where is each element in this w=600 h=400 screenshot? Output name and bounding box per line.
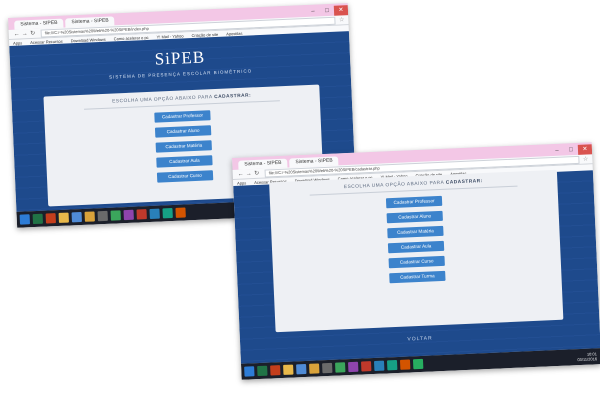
folder-icon[interactable] <box>283 364 294 375</box>
tray-date: 03/11/2016 <box>577 356 598 363</box>
app-icon[interactable] <box>373 360 385 371</box>
app-icon[interactable] <box>296 363 307 375</box>
app-icon[interactable] <box>399 359 411 370</box>
page-content: ESCOLHA UMA OPÇÃO ABAIXO PARA CADASTRAR:… <box>233 169 600 364</box>
chrome-icon[interactable] <box>110 210 121 221</box>
windows-start-icon[interactable] <box>19 214 31 225</box>
cadastrar-aluno-button[interactable]: Cadastrar Aluno <box>154 125 212 138</box>
app-icon[interactable] <box>412 358 424 370</box>
screenshot-front: Sistema - SIPEB Sistema - SIPEB – □ ✕ ← … <box>232 142 600 380</box>
app-icon[interactable] <box>97 210 108 222</box>
cadastrar-curso-button[interactable]: Cadastrar Curso <box>388 255 445 269</box>
system-tray-clock[interactable]: 10:01 03/11/2016 <box>577 351 600 362</box>
app-icon[interactable] <box>361 361 372 372</box>
app-icon[interactable] <box>71 211 82 223</box>
prompt-text: ESCOLHA UMA OPÇÃO ABAIXO PARA CADASTRAR: <box>309 177 518 196</box>
excel-icon[interactable] <box>257 365 268 377</box>
app-icon[interactable] <box>175 207 186 218</box>
bookmark-star-icon[interactable]: ☆ <box>583 155 589 162</box>
app-icon[interactable] <box>386 359 398 371</box>
cadastrar-aluno-button[interactable]: Cadastrar Aluno <box>386 210 443 224</box>
cadastrar-professor-button[interactable]: Cadastrar Professor <box>154 110 211 123</box>
chrome-icon[interactable] <box>335 362 346 373</box>
cadastrar-professor-button[interactable]: Cadastrar Professor <box>385 195 443 209</box>
forward-arrow-icon[interactable]: → <box>245 171 253 177</box>
folder-icon[interactable] <box>58 212 69 223</box>
maximize-icon[interactable]: □ <box>564 145 578 156</box>
cadastrar-materia-button[interactable]: Cadastrar Matéria <box>155 140 212 153</box>
app-icon[interactable] <box>136 209 147 220</box>
cadastrar-curso-button[interactable]: Cadastrar Curso <box>156 170 214 183</box>
maximize-icon[interactable]: □ <box>320 6 334 17</box>
powerpoint-icon[interactable] <box>270 365 281 376</box>
minimize-icon[interactable]: – <box>550 146 564 157</box>
cadastrar-turma-button[interactable]: Cadastrar Turma <box>389 270 446 284</box>
bookmark-star-icon[interactable]: ☆ <box>339 16 345 23</box>
cadastrar-materia-button[interactable]: Cadastrar Matéria <box>387 225 444 239</box>
options-panel: ESCOLHA UMA OPÇÃO ABAIXO PARA CADASTRAR:… <box>269 169 564 333</box>
forward-arrow-icon[interactable]: → <box>21 31 29 37</box>
app-icon[interactable] <box>123 209 134 221</box>
window-controls: – □ ✕ <box>306 5 349 17</box>
prompt-text: ESCOLHA UMA OPÇÃO ABAIXO PARA CADASTRAR: <box>83 92 280 110</box>
cadastrar-aula-button[interactable]: Cadastrar Aula <box>156 155 213 168</box>
app-icon[interactable] <box>348 361 359 373</box>
close-icon[interactable]: ✕ <box>577 144 593 155</box>
app-icon[interactable] <box>149 208 160 220</box>
minimize-icon[interactable]: – <box>306 6 320 17</box>
app-icon[interactable] <box>322 362 333 374</box>
close-icon[interactable]: ✕ <box>333 5 349 16</box>
reload-icon[interactable]: ↻ <box>29 30 37 37</box>
reload-icon[interactable]: ↻ <box>253 170 261 177</box>
windows-start-icon[interactable] <box>244 366 255 377</box>
app-icon[interactable] <box>309 363 320 374</box>
window-controls: – □ ✕ <box>550 144 593 157</box>
app-icon[interactable] <box>162 208 173 219</box>
back-arrow-icon[interactable]: ← <box>237 171 245 177</box>
app-icon[interactable] <box>84 211 95 222</box>
excel-icon[interactable] <box>32 213 44 225</box>
back-arrow-icon[interactable]: ← <box>13 31 21 37</box>
powerpoint-icon[interactable] <box>45 213 56 224</box>
cadastrar-aula-button[interactable]: Cadastrar Aula <box>387 240 445 254</box>
